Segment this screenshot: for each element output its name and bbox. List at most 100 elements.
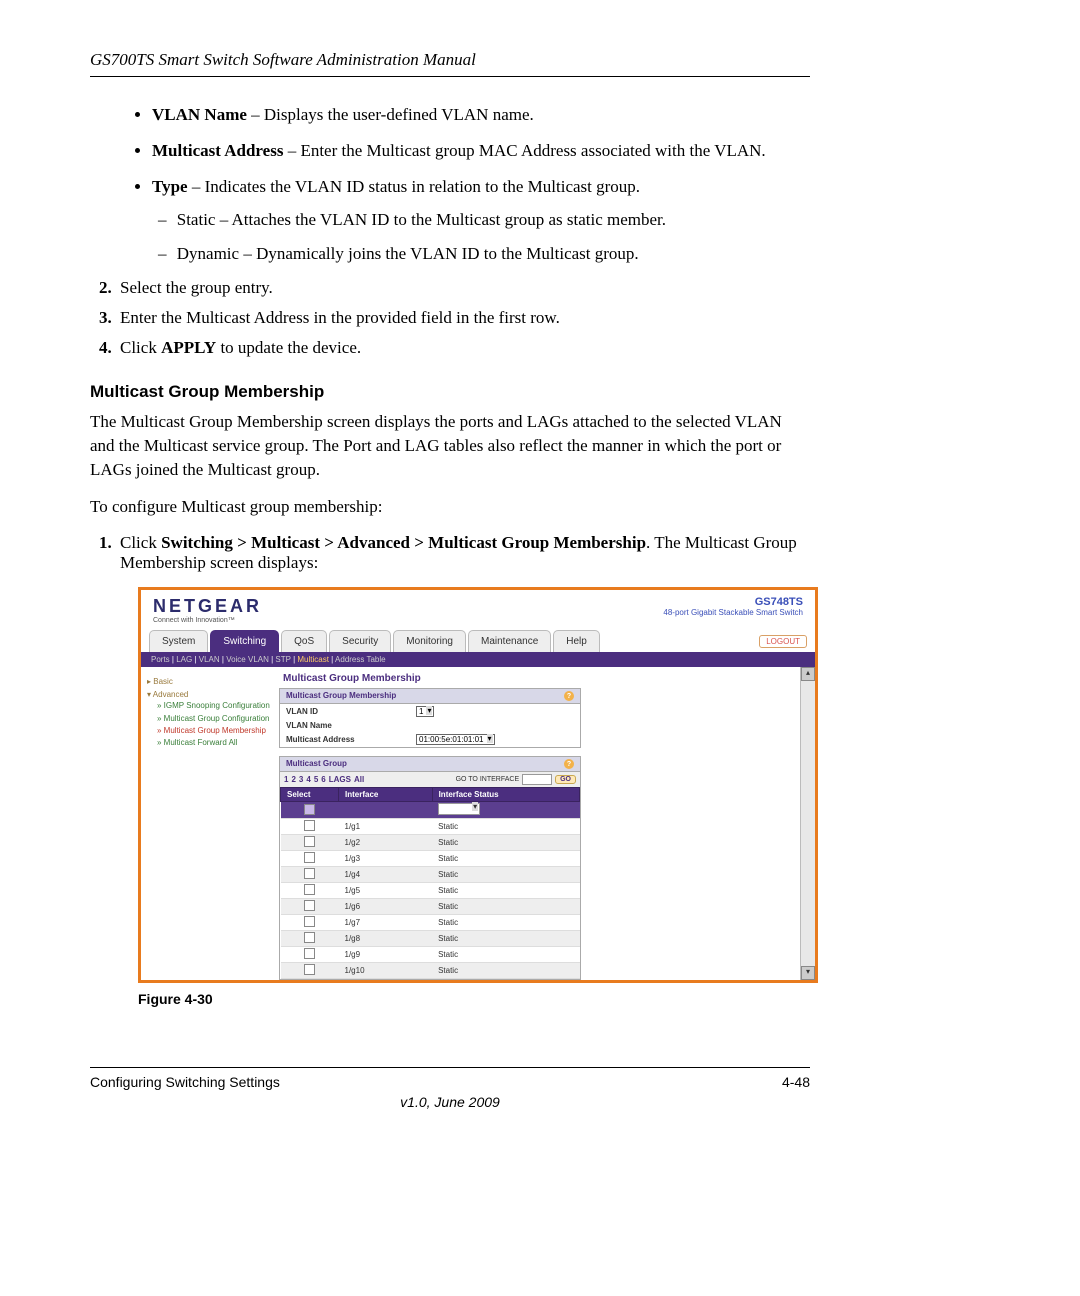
sidebar-multicast-group-membership[interactable]: » Multicast Group Membership <box>157 726 275 736</box>
cell-status: Static <box>432 899 579 915</box>
t: Click <box>120 338 161 357</box>
subnav-stp[interactable]: STP <box>275 655 290 664</box>
desc: – Indicates the VLAN ID status in relati… <box>188 177 640 196</box>
tab-system[interactable]: System <box>149 630 208 652</box>
cell-interface: 1/g3 <box>339 851 433 867</box>
row-checkbox[interactable] <box>304 836 315 847</box>
page-footer: Configuring Switching Settings 4-48 <box>90 1067 810 1090</box>
panel2-head-text: Multicast Group <box>286 759 347 769</box>
table-row: 1/g9Static <box>281 947 580 963</box>
tab-security[interactable]: Security <box>329 630 391 652</box>
logout-button[interactable]: LOGOUT <box>759 635 807 648</box>
table-row: 1/g5Static <box>281 883 580 899</box>
row-checkbox[interactable] <box>304 900 315 911</box>
cell-status: Static <box>432 963 579 979</box>
step-3: Enter the Multicast Address in the provi… <box>116 308 810 328</box>
table-row: 1/g8Static <box>281 931 580 947</box>
pager-lags[interactable]: LAGS <box>329 775 351 784</box>
pager-2[interactable]: 2 <box>291 775 295 784</box>
tab-switching[interactable]: Switching <box>210 630 279 652</box>
section-para-2: To configure Multicast group membership: <box>90 495 810 519</box>
goto-input[interactable] <box>522 774 552 785</box>
panel-membership: Multicast Group Membership ? VLAN ID 1 V… <box>279 688 581 748</box>
subnav-voice-vlan[interactable]: Voice VLAN <box>226 655 269 664</box>
row-checkbox[interactable] <box>304 932 315 943</box>
apply-word: APPLY <box>161 338 216 357</box>
pager-3[interactable]: 3 <box>299 775 303 784</box>
panel-multicast-group: Multicast Group ? 1 2 3 4 5 6 LAGS All G… <box>279 756 581 980</box>
label-multicast-address: Multicast Address <box>286 735 416 744</box>
pager-1[interactable]: 1 <box>284 775 288 784</box>
section-para-1: The Multicast Group Membership screen di… <box>90 410 810 481</box>
goto-label: GO TO INTERFACE <box>456 776 520 783</box>
config-steps: Click Switching > Multicast > Advanced >… <box>90 533 810 573</box>
select-all-checkbox[interactable] <box>304 804 315 815</box>
scroll-down-icon[interactable]: ▾ <box>801 966 815 980</box>
cell-interface: 1/g4 <box>339 867 433 883</box>
pager-6[interactable]: 6 <box>321 775 325 784</box>
col-status: Interface Status <box>432 788 579 802</box>
status-filter-select[interactable] <box>438 803 480 815</box>
pager-5[interactable]: 5 <box>314 775 318 784</box>
cell-status: Static <box>432 883 579 899</box>
row-checkbox[interactable] <box>304 820 315 831</box>
cell-interface: 1/g7 <box>339 915 433 931</box>
sidebar-multicast-forward-all[interactable]: » Multicast Forward All <box>157 738 275 748</box>
select-vlan-id[interactable]: 1 <box>416 706 434 717</box>
pager-4[interactable]: 4 <box>306 775 310 784</box>
subnav-lag[interactable]: LAG <box>176 655 192 664</box>
col-select: Select <box>281 788 339 802</box>
table-row: 1/g1Static <box>281 819 580 835</box>
product-model: GS748TS <box>663 596 803 608</box>
cell-status: Static <box>432 851 579 867</box>
page-title: Multicast Group Membership <box>283 673 796 684</box>
help-icon[interactable]: ? <box>564 691 574 701</box>
desc: – Enter the Multicast group MAC Address … <box>283 141 765 160</box>
section-heading: Multicast Group Membership <box>90 382 810 402</box>
cell-status: Static <box>432 931 579 947</box>
subnav-address-table[interactable]: Address Table <box>335 655 386 664</box>
row-checkbox[interactable] <box>304 868 315 879</box>
scroll-up-icon[interactable]: ▴ <box>801 667 815 681</box>
cell-interface: 1/g1 <box>339 819 433 835</box>
help-icon[interactable]: ? <box>564 759 574 769</box>
table-row: 1/g7Static <box>281 915 580 931</box>
product-desc: 48-port Gigabit Stackable Smart Switch <box>663 608 803 617</box>
t: to update the device. <box>216 338 361 357</box>
row-checkbox[interactable] <box>304 948 315 959</box>
select-multicast-address[interactable]: 01:00:5e:01:01:01 <box>416 734 495 745</box>
cell-status: Static <box>432 835 579 851</box>
sub-static: Static – Attaches the VLAN ID to the Mul… <box>176 208 810 232</box>
pager-all[interactable]: All <box>354 775 364 784</box>
tab-monitoring[interactable]: Monitoring <box>393 630 466 652</box>
sidebar-igmp-snooping[interactable]: » IGMP Snooping Configuration <box>157 701 275 711</box>
step-1: Click Switching > Multicast > Advanced >… <box>116 533 810 573</box>
cell-interface: 1/g5 <box>339 883 433 899</box>
col-interface: Interface <box>339 788 433 802</box>
subnav-multicast[interactable]: Multicast <box>297 655 329 664</box>
subnav-vlan[interactable]: VLAN <box>199 655 220 664</box>
tab-qos[interactable]: QoS <box>281 630 327 652</box>
desc: – Displays the user-defined VLAN name. <box>247 105 534 124</box>
tab-maintenance[interactable]: Maintenance <box>468 630 551 652</box>
cell-interface: 1/g6 <box>339 899 433 915</box>
row-checkbox[interactable] <box>304 916 315 927</box>
tab-help[interactable]: Help <box>553 630 600 652</box>
sidebar-advanced[interactable]: ▾ Advanced <box>147 690 275 699</box>
sidebar-basic[interactable]: ▸ Basic <box>147 677 275 686</box>
cell-status: Static <box>432 819 579 835</box>
scrollbar[interactable]: ▴ ▾ <box>800 667 815 980</box>
panel-head-text: Multicast Group Membership <box>286 691 396 701</box>
netgear-tagline: Connect with Innovation™ <box>153 617 262 624</box>
term: Multicast Address <box>152 141 283 160</box>
row-checkbox[interactable] <box>304 884 315 895</box>
go-button[interactable]: GO <box>555 775 576 784</box>
subnav-ports[interactable]: Ports <box>151 655 170 664</box>
sidebar-multicast-group-config[interactable]: » Multicast Group Configuration <box>157 714 275 724</box>
label-vlan-id: VLAN ID <box>286 707 416 716</box>
row-checkbox[interactable] <box>304 852 315 863</box>
cell-interface: 1/g2 <box>339 835 433 851</box>
cell-status: Static <box>432 867 579 883</box>
row-checkbox[interactable] <box>304 964 315 975</box>
type-sublist: Static – Attaches the VLAN ID to the Mul… <box>176 208 810 266</box>
